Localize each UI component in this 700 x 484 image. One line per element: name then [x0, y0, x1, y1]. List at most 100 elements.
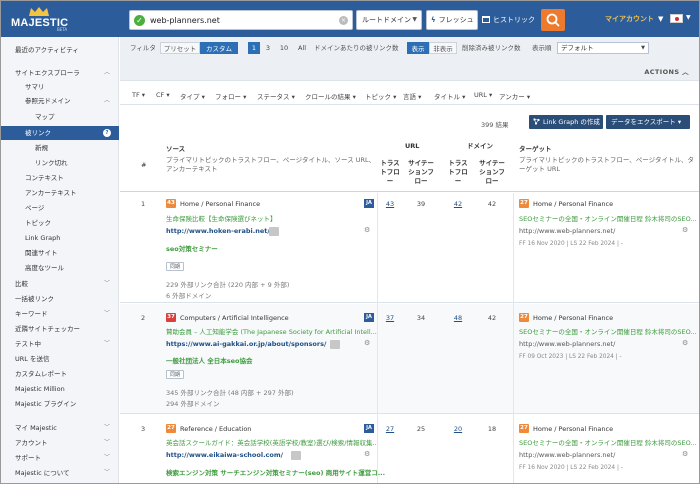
target-topic[interactable]: Home / Personal Finance — [533, 200, 613, 208]
sidebar-item-pages[interactable]: ページ — [1, 201, 119, 215]
sidebar-item-neighbourhood-checker[interactable]: 近隣サイトチェッカー — [1, 322, 119, 336]
gear-icon[interactable]: ⚙ — [364, 226, 370, 234]
col-domain-cf[interactable]: サイテーションフロー — [477, 159, 507, 186]
col-target[interactable]: ターゲット — [519, 145, 552, 154]
target-topic[interactable]: Home / Personal Finance — [533, 425, 613, 433]
col-url-tf[interactable]: トラストフロー — [379, 159, 401, 186]
my-account-menu[interactable]: マイアカウント ▼ — [605, 14, 663, 24]
sidebar-item-keywords[interactable]: キーワード ﹀ — [1, 307, 119, 321]
filter-status[interactable]: ステータス ▾ — [257, 91, 295, 101]
target-topic[interactable]: Home / Personal Finance — [533, 314, 613, 322]
filter-title[interactable]: タイトル ▾ — [434, 91, 465, 101]
source-url-link[interactable]: https://www.ai-gakkai.or.jp/about/sponso… — [166, 340, 326, 348]
target-title: SEOセミナーの全国・オンライン開催日程 鈴木将司のSEO... — [519, 215, 697, 223]
link-graph-button[interactable]: Link Graph の作成 — [529, 115, 603, 129]
sidebar-item-link-graph[interactable]: Link Graph — [1, 231, 119, 245]
domain-trust-flow[interactable]: 48 — [448, 314, 468, 322]
sidebar-item-bulk-backlinks[interactable]: 一括被リンク — [1, 292, 119, 306]
per-domain-all[interactable]: All — [295, 42, 309, 54]
chevron-down-icon: ﹀ — [103, 424, 110, 431]
source-topic[interactable]: Reference / Education — [180, 425, 251, 433]
clear-icon[interactable]: × — [339, 16, 348, 25]
url-citation-flow: 25 — [416, 425, 426, 433]
sidebar-item-advanced-tools[interactable]: 高度なツール — [1, 261, 119, 275]
sidebar-item-about[interactable]: Majestic について ﹀ — [1, 466, 119, 480]
external-link-icon[interactable] — [269, 227, 279, 236]
filter-anchor[interactable]: アンカー ▾ — [499, 91, 530, 101]
per-domain-3[interactable]: 3 — [263, 42, 273, 54]
sidebar-item-submit-url[interactable]: URL を送信 — [1, 352, 119, 366]
per-domain-10[interactable]: 10 — [277, 42, 291, 54]
sidebar-item-broken[interactable]: リンク切れ — [1, 156, 119, 170]
scope-select[interactable]: ルートドメイン ▼ — [356, 10, 422, 30]
sidebar-item-related-sites[interactable]: 関連サイト — [1, 246, 119, 260]
gear-icon[interactable]: ⚙ — [682, 450, 688, 458]
filter-type[interactable]: タイプ ▾ — [180, 91, 205, 101]
actions-menu[interactable]: ACTIONS ︿ — [644, 66, 689, 76]
sidebar-item-plugins[interactable]: Majestic プラグイン — [1, 397, 119, 411]
filter-language[interactable]: 言語 ▾ — [403, 91, 421, 101]
sidebar-item-recent[interactable]: 最近のアクティビティ — [1, 43, 119, 57]
source-url-link[interactable]: http://www.eikaiwa-school.com/ — [166, 451, 283, 459]
custom-button[interactable]: カスタム — [200, 42, 238, 54]
url-trust-flow[interactable]: 37 — [380, 314, 400, 322]
preset-button[interactable]: プリセット — [160, 42, 200, 54]
per-domain-1[interactable]: 1 — [248, 42, 260, 54]
sidebar-item-topics[interactable]: トピック — [1, 216, 119, 230]
sidebar-item-custom-reports[interactable]: カスタムレポート — [1, 367, 119, 381]
url-trust-flow[interactable]: 27 — [380, 425, 400, 433]
source-topic[interactable]: Computers / Artificial Intelligence — [180, 314, 289, 322]
filter-tf[interactable]: TF ▾ — [132, 91, 145, 99]
url-trust-flow[interactable]: 43 — [380, 200, 400, 208]
domain-search-input[interactable]: ✓ web-planners.net × — [129, 10, 353, 30]
sidebar-item-new[interactable]: 新規 — [1, 141, 119, 155]
target-url-link[interactable]: http://www.web-planners.net/ — [519, 340, 615, 348]
deleted-hide-button[interactable]: 非表示 — [429, 42, 457, 54]
col-domain-tf[interactable]: トラストフロー — [447, 159, 469, 186]
help-icon[interactable]: ? — [103, 129, 111, 137]
language-flag-icon[interactable] — [670, 14, 683, 23]
majestic-logo[interactable]: MAJESTIC BETA — [11, 7, 68, 33]
sidebar-item-account[interactable]: アカウント ﹀ — [1, 436, 119, 450]
sidebar-item-site-explorer[interactable]: サイトエクスプローラ ︿ — [1, 66, 119, 80]
domain-trust-flow[interactable]: 20 — [448, 425, 468, 433]
export-data-button[interactable]: データをエクスポート ▾ — [606, 115, 690, 129]
sidebar-item-context[interactable]: コンテキスト — [1, 171, 119, 185]
sidebar-item-ref-domains[interactable]: 参照元ドメイン ︿ — [1, 94, 119, 108]
sidebar-item-majestic-million[interactable]: Majestic Million — [1, 382, 119, 396]
sidebar-item-backlinks[interactable]: 被リンク? — [1, 126, 119, 140]
source-topic[interactable]: Home / Personal Finance — [180, 200, 260, 208]
target-url-link[interactable]: http://www.web-planners.net/ — [519, 227, 615, 235]
sidebar-item-my-majestic[interactable]: マイ Majestic ﹀ — [1, 421, 119, 435]
gear-icon[interactable]: ⚙ — [364, 339, 370, 347]
col-url-cf[interactable]: サイテーションフロー — [406, 159, 436, 186]
gear-icon[interactable]: ⚙ — [682, 226, 688, 234]
index-fresh-toggle[interactable]: ϟ フレッシュ — [426, 10, 478, 30]
source-url-link[interactable]: http://www.hoken-erabi.net/ — [166, 227, 270, 235]
gear-icon[interactable]: ⚙ — [364, 450, 370, 458]
filter-follow[interactable]: フォロー ▾ — [215, 91, 246, 101]
deleted-show-button[interactable]: 表示 — [407, 42, 429, 54]
sort-select[interactable]: デフォルト ▼ — [557, 42, 649, 54]
per-domain-label: ドメインあたりの被リンク数 — [314, 44, 399, 52]
external-link-icon[interactable] — [330, 340, 340, 349]
sidebar-item-map[interactable]: マップ — [1, 110, 119, 124]
chevron-down-icon[interactable]: ▼ — [686, 14, 691, 21]
filter-topic[interactable]: トピック ▾ — [365, 91, 396, 101]
index-historic-toggle[interactable]: ヒストリック — [482, 10, 535, 30]
filter-crawl-result[interactable]: クロールの結果 ▾ — [305, 91, 356, 101]
filter-url[interactable]: URL ▾ — [474, 91, 492, 99]
target-trust-flow-badge: 27 — [519, 199, 529, 208]
col-source[interactable]: ソース — [166, 145, 185, 154]
gear-icon[interactable]: ⚙ — [682, 339, 688, 347]
filter-cf[interactable]: CF ▾ — [156, 91, 170, 99]
search-button[interactable] — [541, 9, 565, 31]
sidebar-item-support[interactable]: サポート ﹀ — [1, 451, 119, 465]
sidebar-item-summary[interactable]: サマリ — [1, 80, 119, 94]
domain-trust-flow[interactable]: 42 — [448, 200, 468, 208]
target-url-link[interactable]: http://www.web-planners.net/ — [519, 451, 615, 459]
external-link-icon[interactable] — [291, 451, 301, 460]
sidebar-item-testing[interactable]: テスト中 ﹀ — [1, 337, 119, 351]
sidebar-item-anchor-text[interactable]: アンカーテキスト — [1, 186, 119, 200]
sidebar-item-compare[interactable]: 比較 ﹀ — [1, 277, 119, 291]
